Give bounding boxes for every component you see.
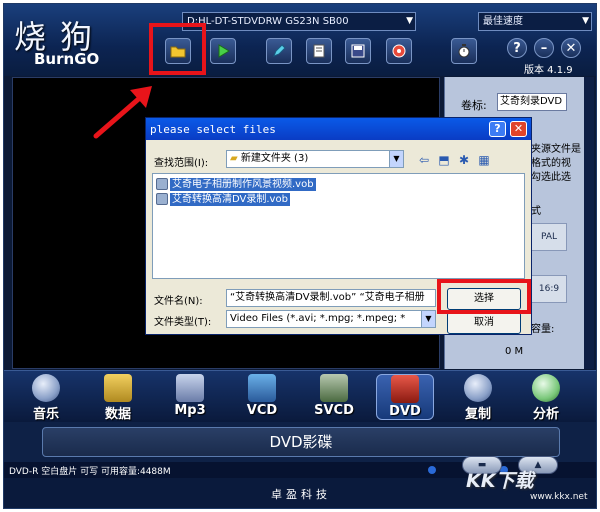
close-button[interactable]: ✕ bbox=[561, 38, 581, 58]
back-icon[interactable]: ⇦ bbox=[416, 152, 432, 168]
nav-label: 数据 bbox=[104, 407, 131, 422]
nav-label: DVD bbox=[389, 404, 421, 419]
watermark: KK下载 bbox=[466, 470, 534, 492]
panel-text-line: 勾选此选 bbox=[531, 172, 571, 183]
nav-dvd[interactable]: DVD bbox=[376, 374, 434, 420]
analyze-disc-icon bbox=[532, 374, 560, 402]
list-item[interactable]: 艾奇电子相册制作风景视频.vob bbox=[156, 177, 316, 191]
vcd-film-icon bbox=[248, 374, 276, 402]
panel-scrollbar[interactable] bbox=[584, 77, 594, 369]
nav-label: Mp3 bbox=[174, 403, 206, 418]
new-folder-icon[interactable]: ✱ bbox=[456, 152, 472, 168]
dvd-film-icon bbox=[391, 375, 419, 403]
floppy-disk-icon bbox=[351, 44, 365, 58]
look-in-label: 查找范围(I): bbox=[154, 158, 209, 169]
open-button-highlight bbox=[149, 23, 206, 75]
filename-input[interactable]: “艾奇转换高清DV录制.vob” “艾奇电子相册 bbox=[226, 289, 436, 307]
mp3-note-icon bbox=[176, 374, 204, 402]
eject-up-icon: ▲ bbox=[534, 460, 542, 470]
file-name: 艾奇电子相册制作风景视频.vob bbox=[170, 177, 316, 191]
capacity-label: 容量: bbox=[531, 324, 555, 335]
file-list[interactable]: 艾奇电子相册制作风景视频.vob 艾奇转换高清DV录制.vob bbox=[152, 173, 525, 279]
speed-select-value: 最佳速度 bbox=[483, 16, 523, 27]
chevron-down-icon: ▼ bbox=[582, 16, 589, 26]
mode-nav-bar: 音乐 数据 Mp3 VCD SVCD DVD 复制 分析 bbox=[4, 370, 596, 422]
volume-label-caption: 卷标: bbox=[461, 99, 487, 112]
dialog-help-button[interactable]: ? bbox=[489, 121, 506, 137]
nav-vcd[interactable]: VCD bbox=[236, 374, 288, 420]
status-dot-icon bbox=[428, 466, 436, 474]
filetype-label: 文件类型(T): bbox=[154, 317, 212, 328]
disc-status-text: DVD-R 空白盘片 可写 可用容量:4488M bbox=[9, 467, 171, 477]
nav-mp3[interactable]: Mp3 bbox=[164, 374, 216, 420]
pencil-icon bbox=[273, 44, 286, 57]
filetype-value: Video Files (*.avi; *.mpg; *.mpeg; * bbox=[230, 313, 406, 324]
document-icon bbox=[313, 44, 325, 58]
nav-data[interactable]: 数据 bbox=[92, 374, 144, 422]
edit-button[interactable] bbox=[266, 38, 292, 64]
pal-button[interactable]: PAL bbox=[531, 223, 567, 251]
play-icon bbox=[218, 44, 230, 58]
dialog-title: please select files bbox=[150, 123, 276, 136]
timer-button[interactable] bbox=[451, 38, 477, 64]
settings-button[interactable] bbox=[386, 38, 412, 64]
volume-label-input[interactable]: 艾奇刻录DVD bbox=[497, 93, 567, 111]
look-in-value: 新建文件夹 (3) bbox=[240, 153, 309, 164]
view-menu-icon[interactable]: ▦ bbox=[476, 152, 492, 168]
select-button-highlight bbox=[437, 279, 531, 314]
minimize-button[interactable]: – bbox=[534, 38, 554, 58]
nav-label: 复制 bbox=[464, 407, 491, 422]
stopwatch-icon bbox=[458, 44, 470, 58]
nav-label: SVCD bbox=[314, 403, 354, 418]
format-label: 式 bbox=[531, 206, 541, 217]
video-file-icon bbox=[156, 178, 168, 190]
logo-english: BurnGO bbox=[34, 50, 100, 68]
disc-type-label: DVD影碟 bbox=[42, 427, 560, 457]
chevron-down-icon: ▼ bbox=[406, 16, 413, 26]
chevron-down-icon: ▼ bbox=[389, 151, 403, 167]
save-button[interactable] bbox=[345, 38, 371, 64]
play-button[interactable] bbox=[210, 38, 236, 64]
drive-select-value: D:HL-DT-STDVDRW GS23N SB00 bbox=[187, 16, 349, 27]
aspect-ratio-button[interactable]: 16:9 bbox=[531, 275, 567, 303]
music-disc-icon bbox=[32, 374, 60, 402]
data-files-icon bbox=[104, 374, 132, 402]
cancel-button[interactable]: 取消 bbox=[447, 312, 521, 334]
list-item[interactable]: 艾奇转换高清DV录制.vob bbox=[156, 192, 290, 206]
filename-label: 文件名(N): bbox=[154, 296, 203, 307]
burngo-window: 烧狗 BurnGO D:HL-DT-STDVDRW GS23N SB00 ▼ 最… bbox=[3, 3, 597, 509]
chevron-down-icon: ▼ bbox=[421, 311, 435, 327]
svcd-clapper-icon bbox=[320, 374, 348, 402]
dialog-title-bar: please select files ? ✕ bbox=[146, 118, 531, 140]
watermark-url: www.kkx.net bbox=[530, 492, 588, 502]
video-file-icon bbox=[156, 193, 168, 205]
panel-text-line: 格式的视 bbox=[531, 158, 571, 169]
look-in-select[interactable]: ▰ 新建文件夹 (3) ▼ bbox=[226, 150, 404, 168]
nav-svcd[interactable]: SVCD bbox=[308, 374, 360, 420]
copy-discs-icon bbox=[464, 374, 492, 402]
file-name: 艾奇转换高清DV录制.vob bbox=[170, 192, 290, 206]
nav-label: VCD bbox=[246, 403, 278, 418]
drive-select[interactable]: D:HL-DT-STDVDRW GS23N SB00 ▼ bbox=[182, 12, 416, 31]
copy-button[interactable] bbox=[306, 38, 332, 64]
nav-label: 音乐 bbox=[32, 407, 59, 422]
top-bar: 烧狗 BurnGO D:HL-DT-STDVDRW GS23N SB00 ▼ 最… bbox=[4, 4, 596, 76]
help-button[interactable]: ? bbox=[507, 38, 527, 58]
version-label: 版本 4.1.9 bbox=[524, 65, 573, 76]
folder-icon: ▰ bbox=[230, 153, 241, 164]
disc-strip: DVD影碟 bbox=[4, 422, 596, 462]
speed-select[interactable]: 最佳速度 ▼ bbox=[478, 12, 592, 31]
nav-music[interactable]: 音乐 bbox=[20, 374, 72, 422]
nav-analyze[interactable]: 分析 bbox=[520, 374, 572, 422]
filetype-select[interactable]: Video Files (*.avi; *.mpg; *.mpeg; * ▼ bbox=[226, 310, 436, 328]
dialog-close-button[interactable]: ✕ bbox=[510, 121, 527, 137]
disc-settings-icon bbox=[392, 44, 406, 58]
panel-text-line: 夹源文件是 bbox=[531, 144, 581, 155]
nav-copy[interactable]: 复制 bbox=[452, 374, 504, 422]
up-folder-icon[interactable]: ⬒ bbox=[436, 152, 452, 168]
capacity-value: 0 M bbox=[505, 346, 524, 357]
nav-label: 分析 bbox=[532, 407, 559, 422]
